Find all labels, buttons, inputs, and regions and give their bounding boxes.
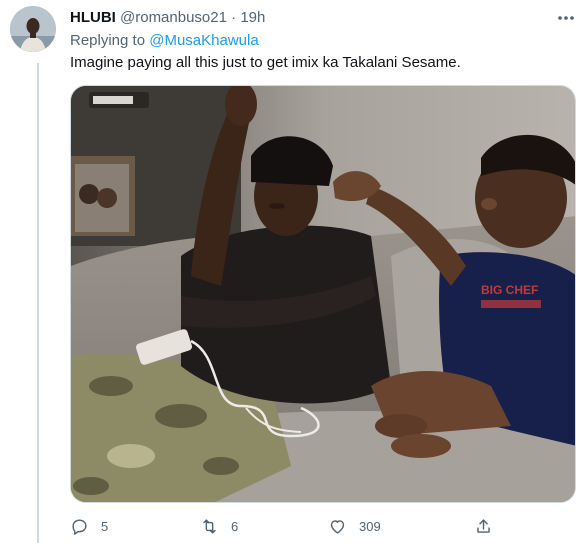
avatar-image [10,6,56,52]
reply-count: 5 [101,518,109,534]
reply-icon [72,518,87,535]
replying-to-label: Replying to [70,32,146,49]
svg-text:BIG CHEF: BIG CHEF [481,283,538,297]
replying-to-mention[interactable]: @MusaKhawula [149,32,258,49]
heart-icon [330,519,345,534]
retweet-icon [203,518,216,534]
replying-to-line: Replying to @MusaKhawula [70,31,259,51]
avatar[interactable] [10,6,56,52]
more-options-button[interactable] [556,10,576,26]
tweet-media[interactable]: BIG CHEF [70,85,576,503]
share-icon [477,518,490,533]
separator-dot: · [231,9,237,26]
reply-button[interactable]: 5 [70,512,108,540]
more-icon [558,16,574,20]
thread-connector-line [37,63,39,543]
user-handle[interactable]: @romanbuso21 [120,9,227,26]
retweet-button[interactable]: 6 [200,512,238,540]
like-button[interactable]: 309 [328,512,381,540]
like-count: 309 [359,518,381,534]
tweet-actions: 5 6 309 [70,512,510,540]
display-name[interactable]: HLUBI [70,9,116,26]
retweet-count: 6 [231,518,239,534]
share-button[interactable] [474,512,505,540]
tweet-timestamp[interactable]: 19h [240,9,265,26]
tweet-header: HLUBI @romanbuso21 · 19h [70,8,542,28]
video-frame-image: BIG CHEF [71,86,575,502]
tweet-text: Imagine paying all this just to get imix… [70,54,461,71]
